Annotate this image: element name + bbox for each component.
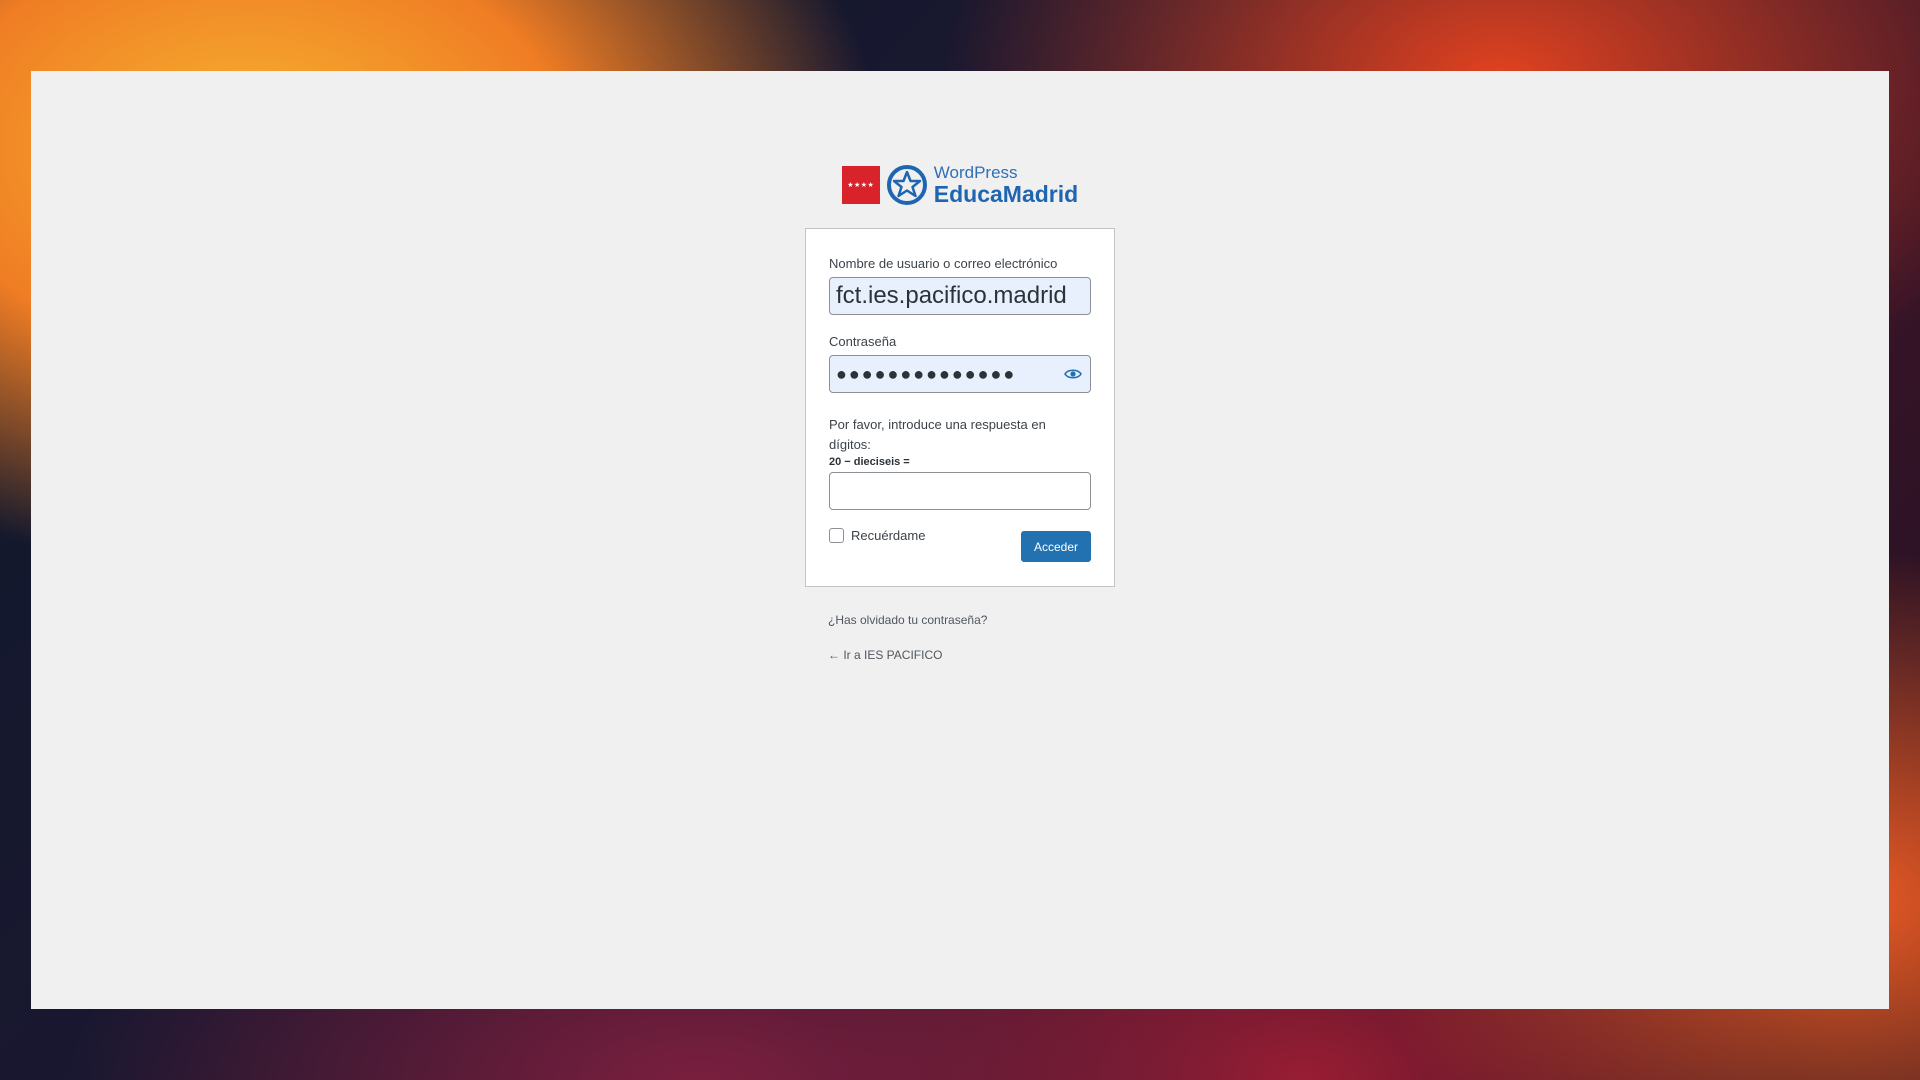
educamadrid-emblem-icon (886, 165, 927, 205)
login-form: Nombre de usuario o correo electrónico C… (805, 228, 1115, 588)
show-password-eye-icon[interactable] (1063, 364, 1083, 384)
logo-educamadrid-text: EducaMadrid (933, 181, 1079, 207)
form-actions: Recuérdame Acceder (829, 526, 1091, 563)
remember-me-label: Recuérdame (851, 528, 926, 544)
site-logo[interactable]: ★★★★ WordPress EducaMadrid (805, 160, 1115, 210)
logo-text: WordPress EducaMadrid (934, 164, 1078, 206)
remember-me-checkbox[interactable] (829, 528, 844, 544)
madrid-flag-icon: ★★★★ (841, 166, 880, 204)
login-button[interactable]: Acceder (1020, 531, 1091, 563)
password-input[interactable] (829, 355, 1091, 394)
logo-wordpress-text: WordPress (933, 163, 1018, 182)
back-to-site-link[interactable]: ← Ir a IES PACIFICO (828, 648, 1092, 662)
username-input[interactable] (829, 277, 1091, 316)
captcha-question: Por favor, introduce una respuesta en dí… (829, 417, 1046, 453)
lost-password-link[interactable]: ¿Has olvidado tu contraseña? (828, 613, 1092, 627)
password-label: Contraseña (829, 334, 897, 350)
username-label: Nombre de usuario o correo electrónico (829, 256, 1058, 271)
remember-me[interactable]: Recuérdame (829, 528, 926, 544)
login-container: ★★★★ WordPress EducaMadrid Nombre de usu… (805, 160, 1115, 662)
captcha-input[interactable] (829, 472, 1091, 511)
captcha-equation: 20 − dieciseis = (829, 456, 910, 469)
login-screen: ★★★★ WordPress EducaMadrid Nombre de usu… (31, 71, 1889, 1009)
password-field-wrapper (829, 355, 1091, 394)
login-links: ¿Has olvidado tu contraseña? ← Ir a IES … (805, 587, 1115, 662)
